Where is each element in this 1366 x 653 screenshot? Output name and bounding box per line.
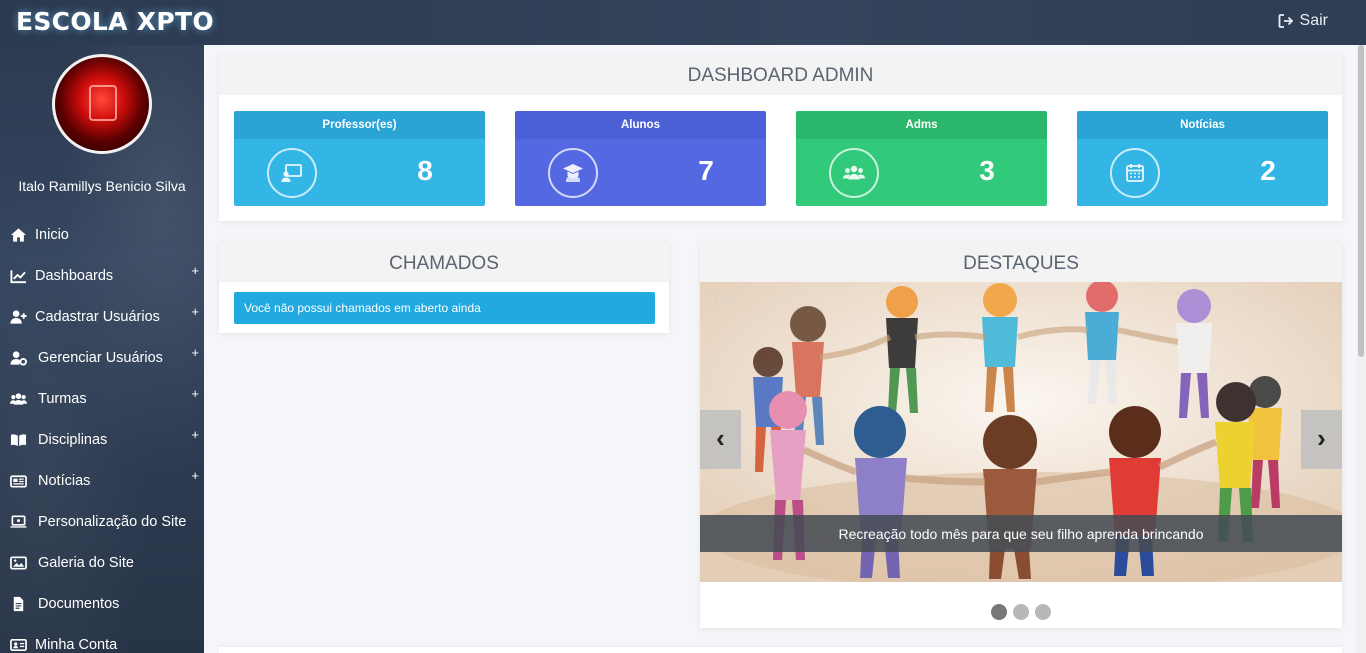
sidebar-item-noticias[interactable]: Notícias + [0,461,204,502]
card-label: Professor(es) [234,111,485,139]
file-icon [13,596,24,612]
card-value: 2 [1260,155,1276,186]
card-alunos[interactable]: Alunos 7 [515,111,766,206]
panel-title: DESTAQUES [700,242,1342,282]
calendar-icon [1110,148,1160,198]
destaques-panel: DESTAQUES 1 / 3 Recreação todo mês para … [700,242,1342,628]
user-name: Italo Ramillys Benicio Silva [18,178,186,194]
sidebar-item-turmas[interactable]: Turmas + [0,379,204,420]
card-label: Notícias [1077,111,1328,139]
carousel-dot[interactable] [1035,604,1051,620]
sidebar-item-galeria-do-site[interactable]: Galeria do Site [0,543,204,584]
top-navbar: ESCOLA XPTO Sair [0,0,1366,45]
home-icon [10,228,27,242]
newspaper-icon [10,475,27,488]
images-icon [10,556,27,570]
sidebar-item-label: Dashboards [35,268,114,284]
carousel-slide[interactable]: 1 / 3 Recreação todo mês para que seu fi… [700,282,1342,582]
sidebar-item-cadastrar-usuarios[interactable]: Cadastrar Usuários + [0,297,204,338]
sidebar: Italo Ramillys Benicio Silva Inicio Dash… [0,45,204,653]
logout-button[interactable]: Sair [1278,12,1328,30]
expand-icon[interactable]: + [191,468,199,483]
card-value: 3 [979,155,995,186]
sidebar-item-label: Documentos [38,596,120,612]
expand-icon[interactable]: + [191,345,199,360]
sidebar-item-disciplinas[interactable]: Disciplinas + [0,420,204,461]
carousel-dot[interactable] [991,604,1007,620]
avatar[interactable] [52,54,152,154]
user-plus-icon [10,310,27,324]
users-icon [829,148,879,198]
card-noticias[interactable]: Notícias 2 [1077,111,1328,206]
expand-icon[interactable]: + [191,304,199,319]
teacher-icon [267,148,317,198]
carousel-next-button[interactable]: › [1301,410,1342,469]
sidebar-item-label: Galeria do Site [38,555,134,571]
book-icon [10,434,27,447]
carousel-indicators [700,604,1342,620]
chamados-panel: CHAMADOS Você não possui chamados em abe… [219,242,669,333]
sidebar-item-minha-conta[interactable]: Minha Conta [0,625,204,653]
dashboard-admin-panel: DASHBOARD ADMIN Professor(es) 8 Alunos 7… [219,55,1342,221]
page-scrollbar[interactable] [1356,45,1366,653]
sidebar-menu: Inicio Dashboards + Cadastrar Usuários +… [0,215,204,653]
card-value: 7 [698,155,714,186]
graduate-icon [548,148,598,198]
sidebar-item-dashboards[interactable]: Dashboards + [0,256,204,297]
sidebar-item-gerenciar-usuarios[interactable]: Gerenciar Usuários + [0,338,204,379]
sidebar-item-label: Personalização do Site [38,514,187,530]
panel-title: DASHBOARD ADMIN [219,55,1342,95]
sidebar-item-personalizacao-do-site[interactable]: Personalização do Site [0,502,204,543]
user-gear-icon [10,351,27,366]
laptop-icon [10,515,27,528]
carousel-prev-button[interactable]: ‹ [700,410,741,469]
expand-icon[interactable]: + [191,427,199,442]
card-label: Alunos [515,111,766,139]
next-panel-edge [219,647,1342,653]
expand-icon[interactable]: + [191,263,199,278]
logout-label: Sair [1299,12,1328,29]
sidebar-item-label: Notícias [38,473,91,489]
sidebar-item-inicio[interactable]: Inicio [0,215,204,256]
users-icon [10,393,27,405]
sidebar-item-label: Disciplinas [38,432,108,448]
card-label: Adms [796,111,1047,139]
chart-icon [10,270,27,284]
sidebar-item-label: Inicio [35,227,69,243]
scrollbar-thumb[interactable] [1358,45,1364,357]
slide-caption: Recreação todo mês para que seu filho ap… [700,515,1342,552]
expand-icon[interactable]: + [191,386,199,401]
brand-logo-text[interactable]: ESCOLA XPTO [16,7,214,36]
sign-out-icon [1278,14,1293,28]
sidebar-item-documentos[interactable]: Documentos [0,584,204,625]
card-professores[interactable]: Professor(es) 8 [234,111,485,206]
sidebar-item-label: Turmas [38,391,87,407]
panel-title: CHAMADOS [219,242,669,282]
id-card-icon [10,638,27,652]
slide-counter: 1 / 3 [712,292,736,306]
card-adms[interactable]: Adms 3 [796,111,1047,206]
carousel-dot[interactable] [1013,604,1029,620]
sidebar-item-label: Minha Conta [35,637,118,653]
chamados-info-alert: Você não possui chamados em aberto ainda [234,292,655,324]
card-value: 8 [417,155,433,186]
sidebar-item-label: Cadastrar Usuários [35,309,160,325]
sidebar-item-label: Gerenciar Usuários [38,350,163,366]
